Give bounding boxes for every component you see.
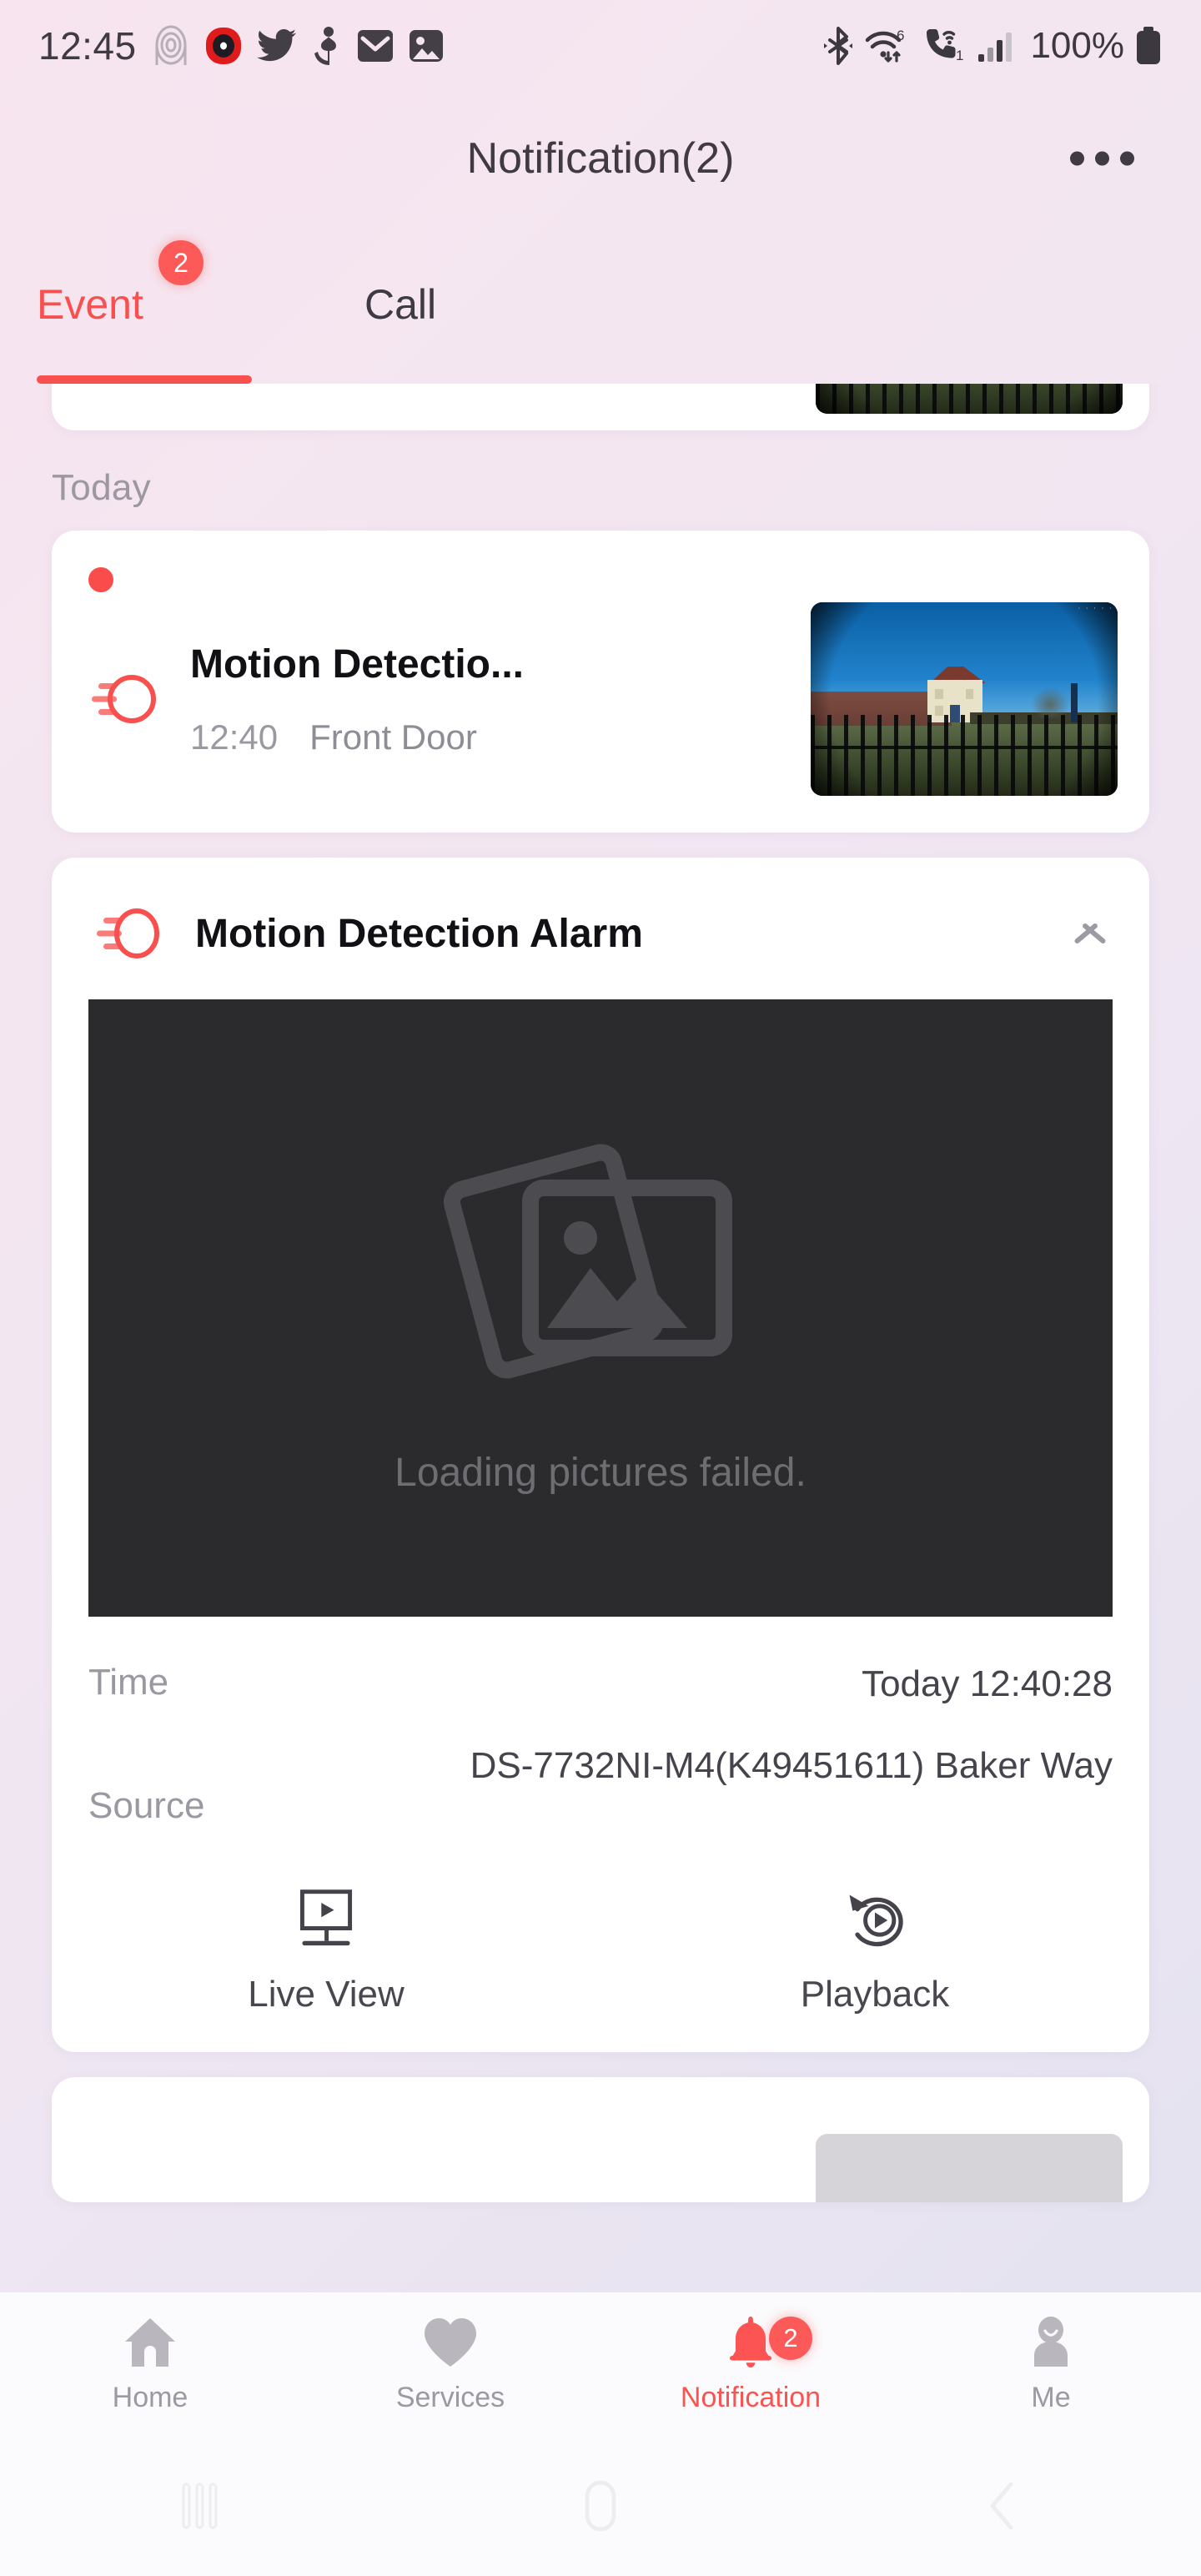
camera-snapshot — [816, 384, 1123, 414]
notification-list[interactable]: Today Motion Detectio... 12:40 Front Doo… — [0, 384, 1201, 2292]
camera-snapshot: · · · · · — [811, 602, 1118, 796]
event-thumbnail-peek — [816, 384, 1123, 414]
overflow-menu-icon[interactable] — [1062, 132, 1143, 186]
event-title: Motion Detectio... — [190, 641, 524, 687]
svg-text:1: 1 — [956, 48, 963, 63]
anchor-icon — [314, 27, 336, 65]
motion-detection-icon — [97, 908, 159, 958]
status-bar-clock: 12:45 — [38, 24, 137, 68]
list-item-partial-bottom[interactable] — [52, 2077, 1149, 2203]
battery-icon — [1137, 27, 1160, 64]
phone-screen: 12:45 6 1 100% Notification(2) Event 2 C… — [0, 0, 1201, 2576]
status-bar-left: 12:45 — [38, 23, 444, 68]
nav-label-notification: Notification — [680, 2381, 822, 2413]
back-chevron-icon — [990, 2482, 1013, 2530]
mail-icon — [357, 30, 393, 62]
status-bar-right: 6 1 100% — [822, 25, 1163, 67]
bluetooth-icon — [824, 27, 853, 65]
page-title: Notification(2) — [466, 134, 735, 183]
expanded-event-title: Motion Detection Alarm — [195, 911, 643, 956]
home-pill-icon — [585, 2480, 616, 2532]
list-item-motion-detection-expanded[interactable]: Motion Detection Alarm Loading pictures … — [52, 858, 1149, 2053]
tab-event[interactable]: Event — [37, 225, 143, 384]
home-icon — [125, 2317, 175, 2367]
recents-icon — [182, 2483, 218, 2529]
detail-value-source: DS-7732NI-M4(K49451611) Baker Way — [470, 1745, 1113, 1787]
broken-images-icon — [444, 1144, 732, 1378]
image-failed-text: Loading pictures failed. — [394, 1450, 807, 1495]
nfc-icon — [155, 25, 187, 65]
expanded-card-header[interactable]: Motion Detection Alarm — [52, 858, 1149, 999]
svg-text:6: 6 — [897, 28, 904, 43]
detail-label-source: Source — [88, 1785, 205, 1827]
wifi-calling-icon: 1 — [927, 29, 964, 63]
record-icon — [205, 28, 241, 64]
list-item-motion-detection[interactable]: Motion Detectio... 12:40 Front Door · · … — [52, 531, 1149, 833]
twitter-icon — [256, 29, 296, 62]
event-thumbnail[interactable]: · · · · · — [811, 602, 1118, 796]
chevron-up-icon[interactable] — [1068, 919, 1113, 948]
nav-item-notification[interactable]: 2 Notification — [600, 2315, 901, 2414]
section-header-today: Today — [52, 467, 151, 508]
list-item-partial-top[interactable] — [52, 384, 1149, 430]
tab-call-label: Call — [364, 281, 437, 328]
playback-button[interactable]: Playback — [600, 1887, 1149, 2015]
nav-item-services[interactable]: Services — [300, 2315, 600, 2414]
live-view-button[interactable]: Live View — [52, 1887, 600, 2015]
tab-event-badge: 2 — [158, 240, 204, 285]
app-header: Notification(2) — [0, 92, 1201, 225]
detail-row-time: Time Today 12:40:28 — [88, 1647, 1113, 1728]
event-thumbnail-placeholder — [816, 2134, 1123, 2203]
playback-replay-icon — [849, 1894, 903, 1947]
tab-event-label: Event — [37, 281, 143, 328]
nav-badge-notification: 2 — [769, 2316, 812, 2360]
tab-bar: Event 2 Call — [0, 225, 1201, 384]
back-button[interactable] — [801, 2476, 1201, 2536]
nav-label-services: Services — [395, 2381, 505, 2413]
live-view-label: Live View — [248, 1974, 405, 2015]
event-actions: Live View Playback — [52, 1854, 1149, 2030]
bottom-navigation-bar: Home Services 2 Notification Me — [0, 2292, 1201, 2436]
signal-bars-icon — [978, 33, 1013, 62]
event-detail-rows: Time Today 12:40:28 Source DS-7732NI-M4(… — [52, 1617, 1149, 1854]
event-source: Front Door — [309, 717, 477, 757]
tab-call[interactable]: Call — [364, 225, 436, 384]
event-time: 12:40 — [190, 717, 279, 757]
battery-percent-label: 100% — [1030, 25, 1124, 66]
detail-value-time: Today 12:40:28 — [862, 1663, 1113, 1704]
unread-dot-icon — [88, 567, 113, 592]
heart-icon — [425, 2317, 476, 2367]
live-view-monitor-icon — [299, 1889, 353, 1946]
recents-button[interactable] — [0, 2476, 400, 2536]
gallery-icon — [409, 30, 443, 62]
playback-label: Playback — [800, 1974, 950, 2015]
nav-label-me: Me — [1031, 2381, 1071, 2413]
tab-active-indicator — [37, 375, 252, 384]
wifi-icon: 6 — [866, 28, 905, 63]
nav-item-home[interactable]: Home — [0, 2315, 300, 2414]
android-navigation-bar — [0, 2436, 1201, 2576]
camera-osd-timestamp: · · · · · — [1077, 606, 1113, 612]
image-load-failed-placeholder[interactable]: Loading pictures failed. — [88, 999, 1113, 1617]
person-icon — [1034, 2316, 1068, 2367]
status-bar: 12:45 6 1 100% — [0, 0, 1201, 92]
detail-label-time: Time — [88, 1662, 169, 1703]
home-button[interactable] — [400, 2476, 801, 2536]
motion-detection-icon — [92, 675, 156, 723]
detail-row-source: Source DS-7732NI-M4(K49451611) Baker Way — [88, 1728, 1113, 1845]
nav-item-me[interactable]: Me — [901, 2315, 1201, 2414]
nav-label-home: Home — [112, 2381, 188, 2413]
